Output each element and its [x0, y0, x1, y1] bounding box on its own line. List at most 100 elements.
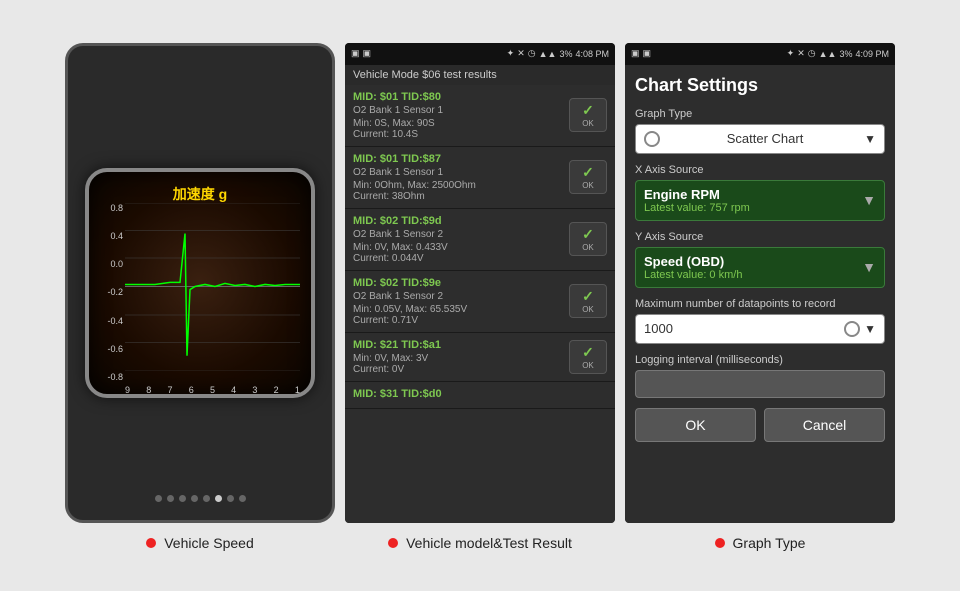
time-display: 4:08 PM: [575, 49, 609, 59]
screen1-vehicle-speed: 加速度 g 0.8 0.4 0.0 -0.2 -0.4 -0.6 -0.8: [65, 43, 335, 523]
ok-label-1: OK: [582, 119, 594, 128]
y-axis-value: Speed (OBD): [644, 254, 862, 269]
caption-3: Graph Type: [625, 535, 895, 551]
screen2-test-result: ▣ ▣ ✦ ✕ ◷ ▲▲ 3% 4:08 PM Vehicle Mode $06…: [345, 43, 615, 523]
status-icon-1: ▣: [351, 48, 360, 59]
max-datapoints-radio: [844, 321, 860, 337]
x-axis-label: X Axis Source: [635, 164, 885, 176]
caption-text-2: Vehicle model&Test Result: [406, 535, 572, 551]
graph-type-value: Scatter Chart: [727, 131, 804, 146]
test-item-2-mid: MID: $01 TID:$87: [353, 153, 563, 165]
ok-btn-2[interactable]: ✓ OK: [569, 160, 607, 194]
screen2-status-bar: ▣ ▣ ✦ ✕ ◷ ▲▲ 3% 4:08 PM: [345, 43, 615, 65]
test-item-6: MID: $31 TID:$d0: [345, 382, 615, 409]
wifi-icon: ✕: [517, 48, 525, 59]
status-left-icons: ▣ ▣: [351, 48, 371, 59]
y-label-08: 0.8: [110, 203, 123, 213]
dot-1: [155, 495, 162, 502]
speedometer-widget: 加速度 g 0.8 0.4 0.0 -0.2 -0.4 -0.6 -0.8: [85, 168, 315, 398]
chart-settings-content: Chart Settings Graph Type Scatter Chart …: [625, 65, 895, 523]
logging-interval-label: Logging interval (milliseconds): [635, 354, 885, 366]
logging-interval-input[interactable]: [635, 370, 885, 398]
graph-type-label: Graph Type: [635, 108, 885, 120]
battery-text: 3%: [559, 49, 572, 59]
test-item-5-values: Min: 0V, Max: 3VCurrent: 0V: [353, 353, 563, 375]
graph-type-radio: [644, 131, 660, 147]
dot-4: [191, 495, 198, 502]
test-item-2-values: Min: 0Ohm, Max: 2500OhmCurrent: 38Ohm: [353, 180, 563, 202]
test-result-header: Vehicle Mode $06 test results: [345, 65, 615, 85]
test-item-6-left: MID: $31 TID:$d0: [353, 388, 607, 402]
screen3-battery-text: 3%: [839, 49, 852, 59]
chart-area: 0.8 0.4 0.0 -0.2 -0.4 -0.6 -0.8: [100, 203, 300, 383]
max-datapoints-label: Maximum number of datapoints to record: [635, 298, 885, 310]
max-datapoints-dropdown[interactable]: 1000 ▼: [635, 314, 885, 344]
caption-dot-3: [715, 538, 725, 548]
test-item-1-values: Min: 0S, Max: 90SCurrent: 10.4S: [353, 118, 563, 140]
ok-btn-1[interactable]: ✓ OK: [569, 98, 607, 132]
test-item-3-sub: O2 Bank 1 Sensor 2: [353, 229, 563, 240]
caption-dot-1: [146, 538, 156, 548]
caption-dot-2: [388, 538, 398, 548]
chart-settings-title: Chart Settings: [635, 75, 885, 96]
chart-svg: [125, 203, 300, 371]
dialog-buttons: OK Cancel: [635, 408, 885, 442]
test-item-5-mid: MID: $21 TID:$a1: [353, 339, 563, 351]
ok-button[interactable]: OK: [635, 408, 756, 442]
screen1-pagination-dots: [155, 495, 246, 502]
ok-btn-4[interactable]: ✓ OK: [569, 284, 607, 318]
test-item-3-left: MID: $02 TID:$9d O2 Bank 1 Sensor 2 Min:…: [353, 215, 563, 264]
caption-2: Vehicle model&Test Result: [345, 535, 615, 551]
status-icon-2: ▣: [363, 48, 372, 59]
ok-label-2: OK: [582, 181, 594, 190]
y-label-m02: -0.2: [107, 287, 123, 297]
test-item-1: MID: $01 TID:$80 O2 Bank 1 Sensor 1 Min:…: [345, 85, 615, 147]
y-label-m04: -0.4: [107, 316, 123, 326]
test-item-2-left: MID: $01 TID:$87 O2 Bank 1 Sensor 1 Min:…: [353, 153, 563, 202]
test-item-3-values: Min: 0V, Max: 0.433VCurrent: 0.044V: [353, 242, 563, 264]
x-axis-arrow-icon: ▼: [862, 192, 876, 208]
ok-btn-5[interactable]: ✓ OK: [569, 340, 607, 374]
test-item-6-mid: MID: $31 TID:$d0: [353, 388, 607, 400]
test-item-5-left: MID: $21 TID:$a1 Min: 0V, Max: 3VCurrent…: [353, 339, 563, 375]
screen3-alarm-icon: ◷: [808, 48, 816, 59]
chart-label: 加速度 g: [173, 184, 227, 204]
screen3-icon-2: ▣: [643, 48, 652, 59]
graph-type-dropdown[interactable]: Scatter Chart ▼: [635, 124, 885, 154]
ok-btn-3[interactable]: ✓ OK: [569, 222, 607, 256]
ok-label-3: OK: [582, 243, 594, 252]
screen3-status-left: ▣ ▣: [631, 48, 651, 59]
y-axis-dropdown[interactable]: Speed (OBD) Latest value: 0 km/h ▼: [635, 247, 885, 288]
dot-3: [179, 495, 186, 502]
test-item-1-sub: O2 Bank 1 Sensor 1: [353, 105, 563, 116]
test-item-2: MID: $01 TID:$87 O2 Bank 1 Sensor 1 Min:…: [345, 147, 615, 209]
dot-6-active: [215, 495, 222, 502]
screen3-time-display: 4:09 PM: [855, 49, 889, 59]
test-item-4-left: MID: $02 TID:$9e O2 Bank 1 Sensor 2 Min:…: [353, 277, 563, 326]
alarm-icon: ◷: [528, 48, 536, 59]
y-label-m06: -0.6: [107, 344, 123, 354]
screen3-chart-settings: ▣ ▣ ✦ ✕ ◷ ▲▲ 3% 4:09 PM Chart Settings G…: [625, 43, 895, 523]
ok-check-3: ✓: [582, 226, 594, 243]
screen3-status-right: ✦ ✕ ◷ ▲▲ 3% 4:09 PM: [787, 48, 889, 59]
ok-check-1: ✓: [582, 102, 594, 119]
ok-check-4: ✓: [582, 288, 594, 305]
main-container: 加速度 g 0.8 0.4 0.0 -0.2 -0.4 -0.6 -0.8: [0, 0, 960, 591]
signal-icon: ▲▲: [539, 49, 557, 59]
test-item-4-mid: MID: $02 TID:$9e: [353, 277, 563, 289]
dot-5: [203, 495, 210, 502]
cancel-button[interactable]: Cancel: [764, 408, 885, 442]
y-label-m08: -0.8: [107, 372, 123, 382]
test-item-4-values: Min: 0.05V, Max: 65.535VCurrent: 0.71V: [353, 304, 563, 326]
x-axis-dropdown[interactable]: Engine RPM Latest value: 757 rpm ▼: [635, 180, 885, 221]
x-axis-value: Engine RPM: [644, 187, 862, 202]
ok-label-4: OK: [582, 305, 594, 314]
dot-7: [227, 495, 234, 502]
dot-2: [167, 495, 174, 502]
y-label-00: 0.0: [110, 259, 123, 269]
caption-row: Vehicle Speed Vehicle model&Test Result …: [0, 527, 960, 559]
ok-check-5: ✓: [582, 344, 594, 361]
graph-type-arrow-icon: ▼: [864, 132, 876, 146]
ok-check-2: ✓: [582, 164, 594, 181]
caption-1: Vehicle Speed: [65, 535, 335, 551]
